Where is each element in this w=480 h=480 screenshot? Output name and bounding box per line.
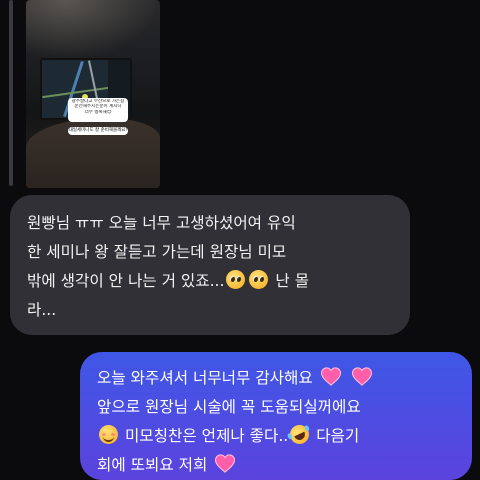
heart-icon: [215, 454, 236, 473]
message-text: 한 세미나 왕 잘듣고 가는데 원장님 미모: [27, 243, 287, 261]
message-line: 회에 또뵈요 저희: [97, 451, 460, 480]
message-text: 밖에 생각이 안 나는 거 있죠...: [27, 272, 225, 290]
reply-indicator-bar: [9, 0, 13, 186]
message-line: 오늘 와주셔서 너무너무 감사해요: [97, 364, 460, 393]
rofl-icon: [287, 421, 313, 448]
story-reply-thumbnail[interactable]: 광주살다고 부산으로 가는길 운전해주시는분이 계시니 너무 행복해😊 내일세미…: [26, 0, 160, 188]
message-line: 원빵님 ㅠㅠ 오늘 너무 고생하셨어여 유익: [27, 209, 394, 238]
message-text: [344, 369, 349, 387]
story-text-sticker: 광주살다고 부산으로 가는길 운전해주시는분이 계시니 너무 행복해😊: [68, 98, 128, 122]
message-bubble-outgoing[interactable]: 오늘 와주셔서 너무너무 감사해요 앞으로 원장님 시술에 꼭 도움되실꺼에요 …: [80, 352, 472, 480]
heart-icon: [320, 367, 341, 386]
message-line: 한 세미나 왕 잘듣고 가는데 원장님 미모: [27, 238, 394, 267]
dm-thread: 광주살다고 부산으로 가는길 운전해주시는분이 계시니 너무 행복해😊 내일세미…: [0, 0, 480, 480]
tunnel-light: [26, 0, 160, 60]
message-text: 앞으로 원장님 시술에 꼭 도움되실꺼에요: [97, 398, 361, 416]
message-text: 원빵님 ㅠㅠ 오늘 너무 고생하셨어여 유익: [27, 214, 296, 232]
message-text: 오늘 와주셔서 너무너무 감사해요: [97, 369, 318, 387]
message-text: 미모칭찬은 언제나 좋다..: [120, 427, 289, 445]
story-text-line: 너무 행복해😊: [84, 109, 112, 115]
message-line: 미모칭찬은 언제나 좋다.. 다음기: [97, 421, 460, 451]
message-text: 라...: [27, 301, 57, 319]
pleading-face-icon: [226, 270, 246, 289]
message-line: 앞으로 원장님 시술에 꼭 도움되실꺼에요: [97, 393, 460, 422]
smiling-blush-icon: [99, 425, 118, 444]
heart-icon: [351, 367, 372, 386]
message-bubble-incoming[interactable]: 원빵님 ㅠㅠ 오늘 너무 고생하셨어여 유익한 세미나 왕 잘듣고 가는데 원장…: [10, 195, 410, 335]
story-text-sticker-2: 내일세미나도 잘 준비해볼께요!: [68, 127, 128, 135]
message-line: 라...: [27, 296, 394, 325]
message-text: 난 몰: [270, 272, 310, 290]
pleading-face-icon: [249, 270, 269, 289]
message-line: 밖에 생각이 안 나는 거 있죠... 난 몰: [27, 267, 394, 296]
message-text: 다음기: [311, 427, 360, 445]
message-text: 회에 또뵈요 저희: [97, 456, 213, 474]
